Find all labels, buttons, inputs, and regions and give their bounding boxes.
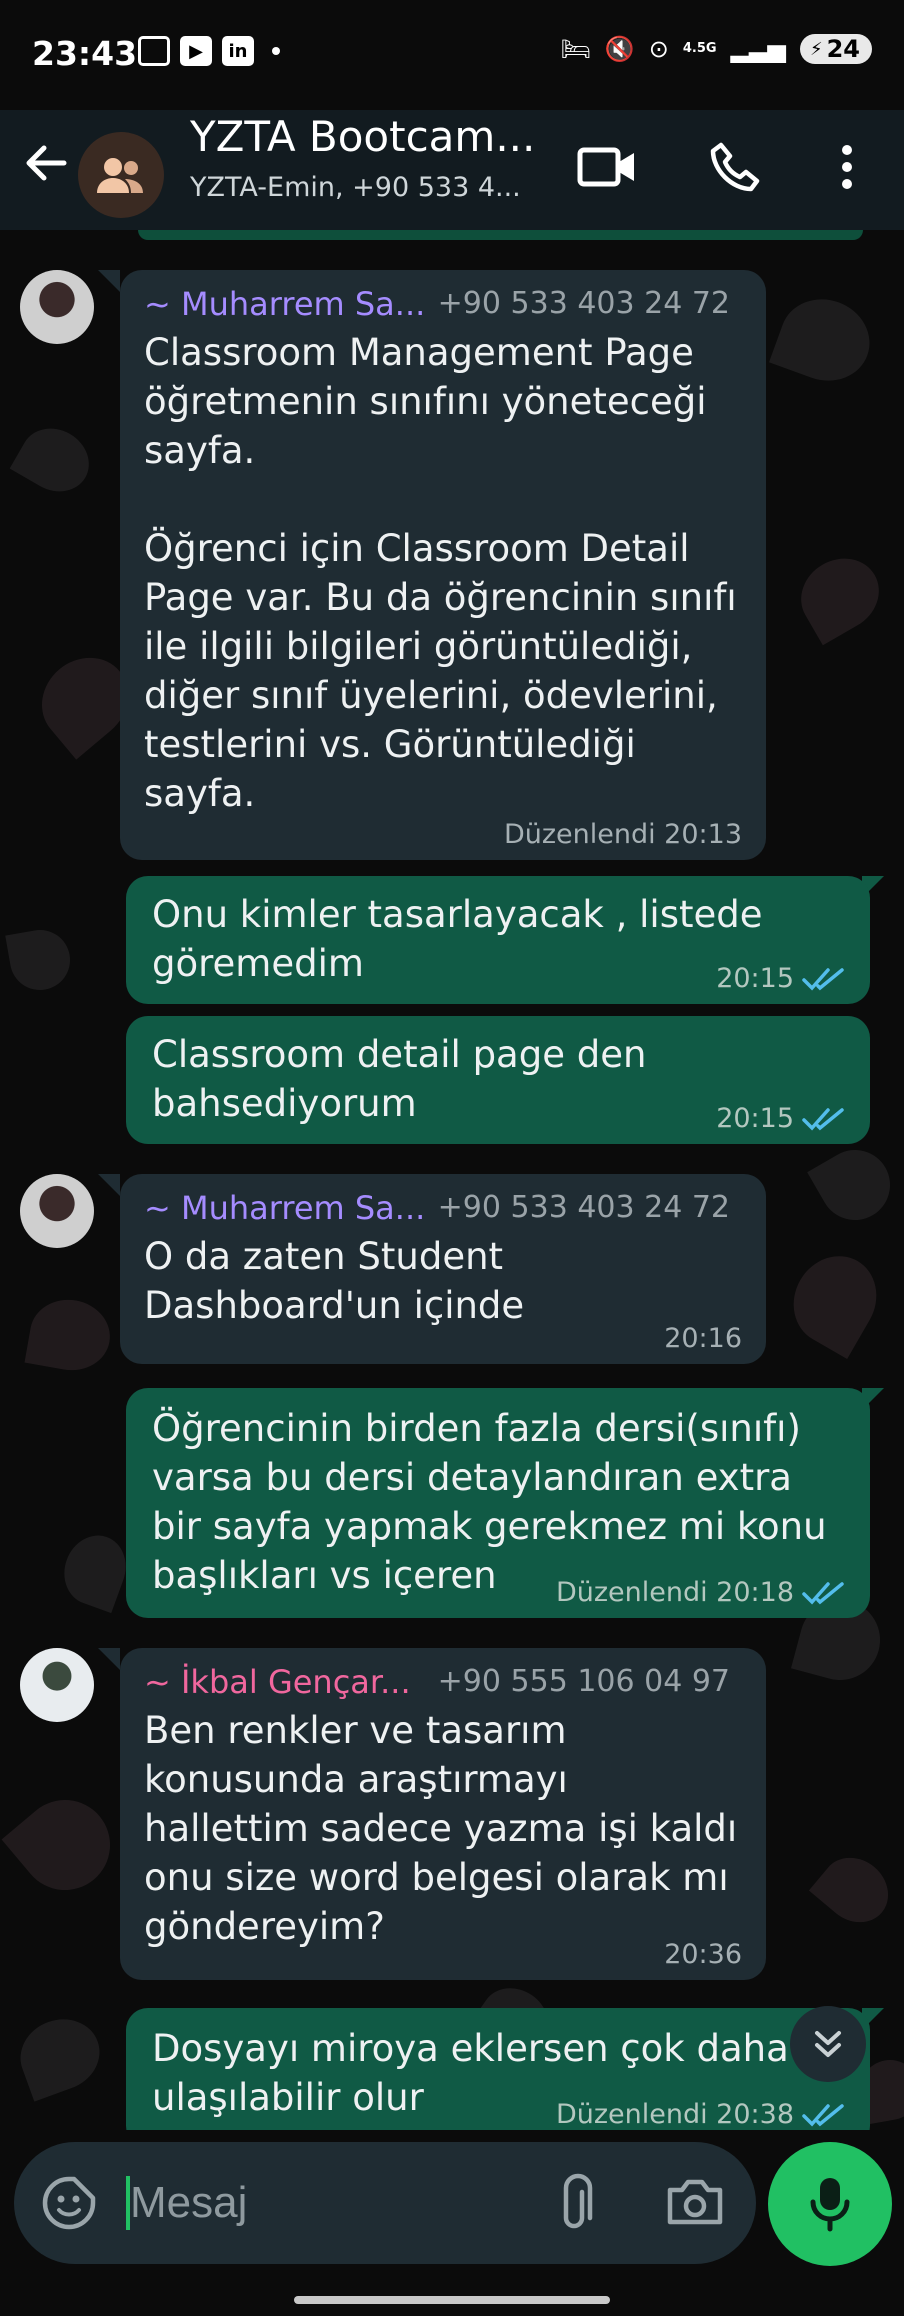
phone-icon [710, 142, 760, 192]
message-time: Düzenlendi 20:18 [555, 1577, 794, 1608]
camera-button[interactable] [664, 2174, 726, 2232]
chat-title[interactable]: YZTA Bootcam... [190, 112, 535, 161]
paperclip-icon [563, 2173, 593, 2229]
outgoing-message[interactable]: Onu kimler tasarlayacak , listede göreme… [126, 876, 870, 1004]
signal-icon: ▂▃▅ [730, 35, 786, 63]
message-text: Öğrencinin birden fazla dersi(sınıfı) va… [152, 1407, 827, 1597]
more-notifications-icon [272, 47, 280, 55]
sticker-button[interactable] [40, 2174, 98, 2232]
message-list[interactable]: ~ Muharrem Sa... +90 533 403 24 72 Class… [0, 230, 904, 2148]
incoming-message[interactable]: ~ Muharrem Sa... +90 533 403 24 72 Class… [120, 270, 766, 860]
message-time: 20:15 [716, 1103, 794, 1134]
battery-indicator: ⚡ 24 [799, 34, 872, 64]
back-arrow-icon [26, 145, 67, 181]
bed-icon: 🛏 [560, 35, 591, 63]
chat-header: YZTA Bootcam... YZTA-Emin, +90 533 4... [0, 110, 904, 230]
sender-name[interactable]: ~ Muharrem Sa... [144, 1189, 425, 1227]
video-call-button[interactable] [572, 132, 642, 202]
sender-phone: +90 555 106 04 97 [437, 1664, 730, 1699]
double-chevron-down-icon [815, 2031, 841, 2057]
back-button[interactable] [20, 138, 70, 188]
message-input[interactable] [128, 2172, 432, 2234]
linkedin-icon: in [222, 36, 254, 66]
incoming-message[interactable]: ~ Muharrem Sa... +90 533 403 24 72 O da … [120, 1174, 766, 1364]
outgoing-message[interactable]: Öğrencinin birden fazla dersi(sınıfı) va… [126, 1388, 870, 1618]
sender-avatar[interactable] [20, 1648, 94, 1722]
read-receipt-icon [802, 1581, 844, 1605]
voice-call-button[interactable] [700, 132, 770, 202]
sender-phone: +90 533 403 24 72 [437, 286, 730, 321]
hotspot-icon: ⊙ [648, 35, 669, 63]
outgoing-message[interactable]: Classroom detail page den bahsediyorum 2… [126, 1016, 870, 1144]
sender-avatar[interactable] [20, 270, 94, 344]
video-camera-icon [577, 147, 634, 187]
previous-message-edge [138, 230, 863, 240]
camera-icon [667, 2179, 723, 2225]
sticker-icon [42, 2176, 96, 2230]
youtube-icon: ▶ [180, 36, 212, 66]
status-time: 23:43 [32, 34, 138, 73]
message-meta: 20:16 [664, 1323, 742, 1354]
scroll-to-bottom-button[interactable] [790, 2006, 866, 2082]
mute-icon: 🔇 [604, 35, 635, 63]
voice-message-button[interactable] [768, 2142, 892, 2266]
overflow-menu-button[interactable] [812, 132, 882, 202]
status-bar: 23:43 ▶ in 🛏 🔇 ⊙ 4.5G ▂▃▅ ⚡ 24 [0, 0, 904, 110]
home-indicator[interactable] [294, 2296, 610, 2304]
battery-level: 24 [826, 35, 860, 63]
attach-button[interactable] [550, 2172, 608, 2234]
outgoing-message[interactable]: Dosyayı miroya eklersen çok daha ulaşıla… [126, 2008, 870, 2148]
group-icon [97, 158, 143, 193]
read-receipt-icon [802, 967, 844, 991]
message-text: O da zaten Student Dashboard'un içinde [144, 1235, 525, 1327]
microphone-icon [810, 2178, 850, 2232]
message-time: 20:15 [716, 963, 794, 994]
battery-icon: ⚡ [809, 38, 823, 60]
message-meta: Düzenlendi 20:13 [503, 819, 742, 850]
message-time: Düzenlendi 20:38 [555, 2099, 794, 2130]
message-meta: 20:36 [664, 1939, 742, 1970]
read-receipt-icon [802, 2103, 844, 2127]
network-type: 4.5G [682, 41, 717, 56]
sender-phone: +90 533 403 24 72 [437, 1190, 730, 1225]
sender-name[interactable]: ~ Muharrem Sa... [144, 285, 425, 323]
more-vertical-icon [842, 145, 852, 189]
message-text: Classroom Management Page öğretmenin sın… [144, 331, 737, 815]
chat-subtitle[interactable]: YZTA-Emin, +90 533 4... [190, 172, 521, 203]
read-receipt-icon [802, 1107, 844, 1131]
sender-name[interactable]: ~ İkbal Gençar... [144, 1663, 411, 1701]
sender-avatar[interactable] [20, 1174, 94, 1248]
message-text: Ben renkler ve tasarım konusunda araştır… [144, 1709, 738, 1948]
composer[interactable] [14, 2142, 756, 2264]
composer-bar [0, 2130, 904, 2316]
incoming-message[interactable]: ~ İkbal Gençar... +90 555 106 04 97 Ben … [120, 1648, 766, 1980]
group-avatar[interactable] [78, 132, 164, 218]
screenshot-icon [138, 36, 170, 66]
